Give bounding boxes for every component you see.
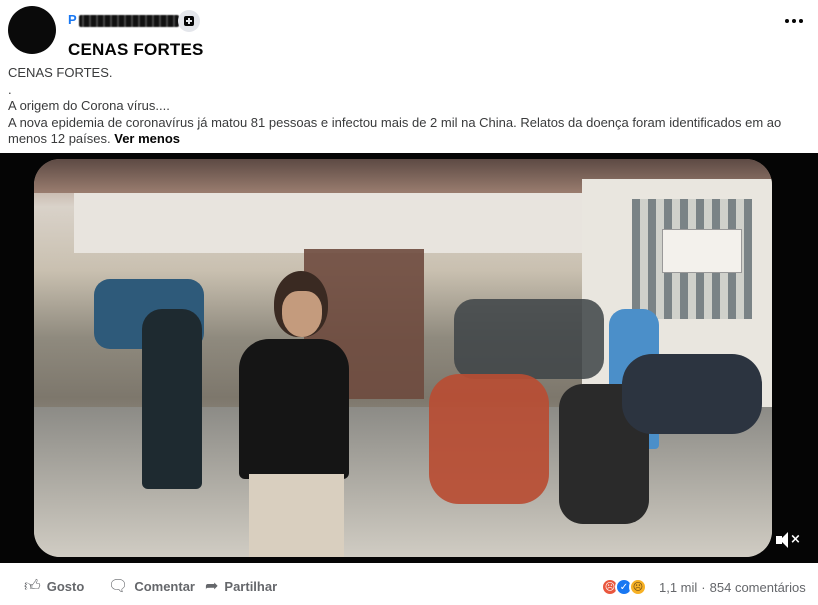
main-person-body — [239, 339, 349, 479]
crowd — [454, 299, 604, 379]
post-caption: CENAS FORTES. . A origem do Corona vírus… — [8, 65, 808, 148]
reaction-count[interactable]: 1,1 mil — [659, 580, 697, 595]
group-badge-icon[interactable] — [178, 10, 200, 32]
caption-line: CENAS FORTES. — [8, 65, 113, 80]
share-button[interactable]: ➦ Partilhar — [205, 578, 277, 594]
caption-line: . — [8, 81, 12, 97]
sad-reaction-icon: ☹ — [629, 578, 647, 596]
author-name-prefix: P — [68, 12, 77, 27]
post-actions-bar: 👍︎ Gosto 🗨 Comentar ➦ Partilhar ☹ ✓ ☹ 1,… — [0, 566, 818, 605]
video-player[interactable]: × — [0, 153, 818, 563]
share-arrow-icon: ➦ — [205, 576, 219, 595]
more-options-icon[interactable] — [784, 14, 804, 28]
like-label: Gosto — [46, 578, 85, 594]
engagement-counts: 1,1 mil · 854 comentários — [659, 580, 806, 595]
red-motorcycle — [429, 374, 549, 504]
main-person-legs — [249, 474, 344, 557]
person-left — [142, 309, 202, 489]
share-label: Partilhar — [224, 578, 278, 594]
redacted-name — [78, 14, 179, 27]
facebook-post: P CENAS FORTES CENAS FORTES. . A origem … — [0, 0, 818, 605]
caption-line: A origem do Corona vírus.... — [8, 98, 170, 113]
comment-label: Comentar — [134, 578, 195, 594]
caption-line: A nova epidemia de coronavírus já matou … — [8, 115, 808, 148]
background-sky — [74, 193, 634, 253]
reaction-icons[interactable]: ☹ ✓ ☹ — [601, 578, 647, 596]
speaker-muted-icon[interactable]: × — [776, 531, 801, 549]
video-frame — [34, 159, 772, 557]
thumbs-up-icon: 👍︎ — [24, 576, 41, 595]
author-name-link[interactable]: P — [68, 12, 179, 27]
page-avatar[interactable] — [8, 6, 56, 54]
main-person-face — [282, 291, 322, 337]
see-less-link[interactable]: Ver menos — [114, 131, 180, 146]
parked-motorcycle — [622, 354, 762, 434]
page-title[interactable]: CENAS FORTES — [68, 40, 204, 60]
separator-dot: · — [701, 580, 706, 595]
building-sign — [662, 229, 742, 273]
comment-button[interactable]: 🗨 Comentar — [108, 578, 195, 594]
comment-count[interactable]: 854 comentários — [710, 580, 806, 595]
comment-bubble-icon: 🗨 — [108, 576, 129, 595]
like-button[interactable]: 👍︎ Gosto — [24, 578, 84, 594]
